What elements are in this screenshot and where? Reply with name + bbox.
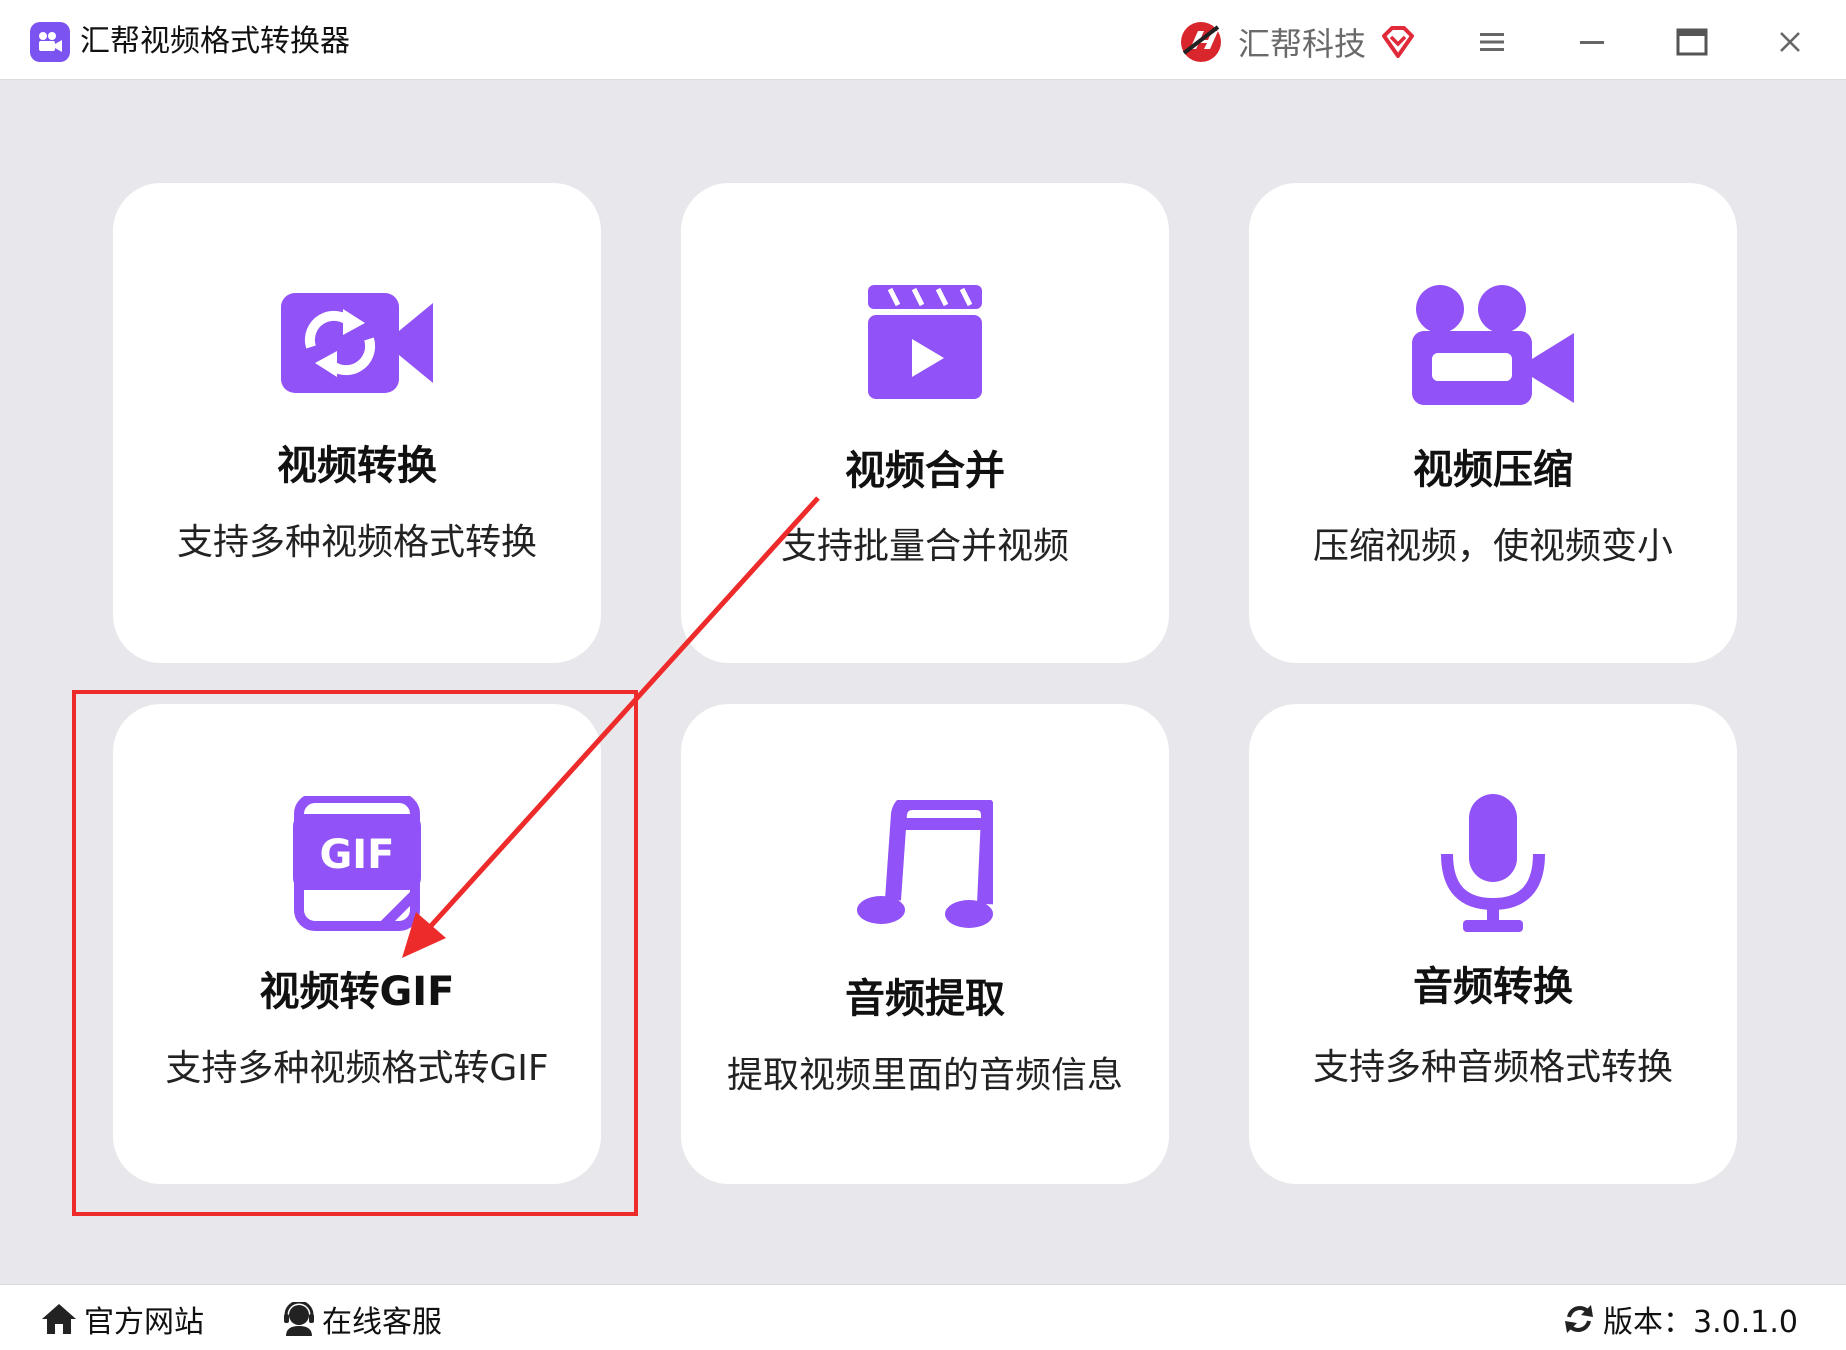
clapperboard-icon <box>681 285 1169 425</box>
card-description: 支持批量合并视频 <box>780 526 1069 567</box>
card-description: 支持多种视频格式转GIF <box>165 1048 549 1089</box>
video-convert-icon <box>113 291 601 431</box>
card-video-compress[interactable]: 视频压缩 压缩视频，使视频变小 <box>1249 183 1737 663</box>
menu-button[interactable] <box>1464 16 1520 68</box>
title-bar: 汇帮视频格式转换器 汇帮科技 <box>0 0 1846 80</box>
card-title: 视频合并 <box>845 448 1005 494</box>
svg-text:GIF: GIF <box>319 832 394 878</box>
brand-logo-icon <box>1181 22 1221 62</box>
vip-diamond-icon[interactable] <box>1380 24 1416 60</box>
card-audio-convert[interactable]: 音频转换 支持多种音频格式转换 <box>1249 704 1737 1184</box>
music-note-icon <box>681 800 1169 940</box>
official-website-label: 官方网站 <box>84 1305 204 1340</box>
online-support-label: 在线客服 <box>322 1305 442 1340</box>
version-info: 版本：3.0.1.0 <box>1563 1299 1798 1340</box>
card-description: 提取视频里面的音频信息 <box>726 1055 1123 1096</box>
status-bar: 官方网站 在线客服 版本：3.0.1.0 <box>0 1284 1846 1350</box>
version-label: 版本：3.0.1.0 <box>1603 1305 1798 1340</box>
brand: 汇帮科技 <box>1178 14 1416 70</box>
home-icon <box>42 1304 76 1334</box>
app-title: 汇帮视频格式转换器 <box>80 24 350 59</box>
card-video-merge[interactable]: 视频合并 支持批量合并视频 <box>681 183 1169 663</box>
close-icon <box>1780 32 1800 52</box>
video-camera-icon <box>1249 283 1737 423</box>
app-logo-icon <box>30 22 70 62</box>
refresh-icon[interactable] <box>1563 1303 1595 1335</box>
card-video-convert[interactable]: 视频转换 支持多种视频格式转换 <box>113 183 601 663</box>
card-title: 音频转换 <box>1413 964 1573 1010</box>
maximize-button[interactable] <box>1664 16 1720 68</box>
minimize-icon <box>1580 41 1604 44</box>
hamburger-icon <box>1480 33 1504 51</box>
microphone-icon <box>1249 794 1737 934</box>
card-description: 压缩视频，使视频变小 <box>1312 526 1673 567</box>
brand-name: 汇帮科技 <box>1238 25 1367 63</box>
card-title: 视频转换 <box>277 443 437 489</box>
close-button[interactable] <box>1762 16 1818 68</box>
card-description: 支持多种视频格式转换 <box>176 522 537 563</box>
card-title: 音频提取 <box>845 976 1005 1022</box>
minimize-button[interactable] <box>1564 16 1620 68</box>
maximize-icon <box>1676 28 1708 56</box>
official-website-link[interactable]: 官方网站 <box>40 1299 204 1340</box>
card-description: 支持多种音频格式转换 <box>1312 1047 1673 1088</box>
gif-file-icon: GIF <box>113 796 601 936</box>
card-title: 视频转GIF <box>259 969 455 1015</box>
card-title: 视频压缩 <box>1413 447 1573 493</box>
online-support-link[interactable]: 在线客服 <box>282 1299 442 1340</box>
card-audio-extract[interactable]: 音频提取 提取视频里面的音频信息 <box>681 704 1169 1184</box>
card-video-to-gif[interactable]: GIF 视频转GIF 支持多种视频格式转GIF <box>113 704 601 1184</box>
support-agent-icon <box>284 1302 314 1336</box>
